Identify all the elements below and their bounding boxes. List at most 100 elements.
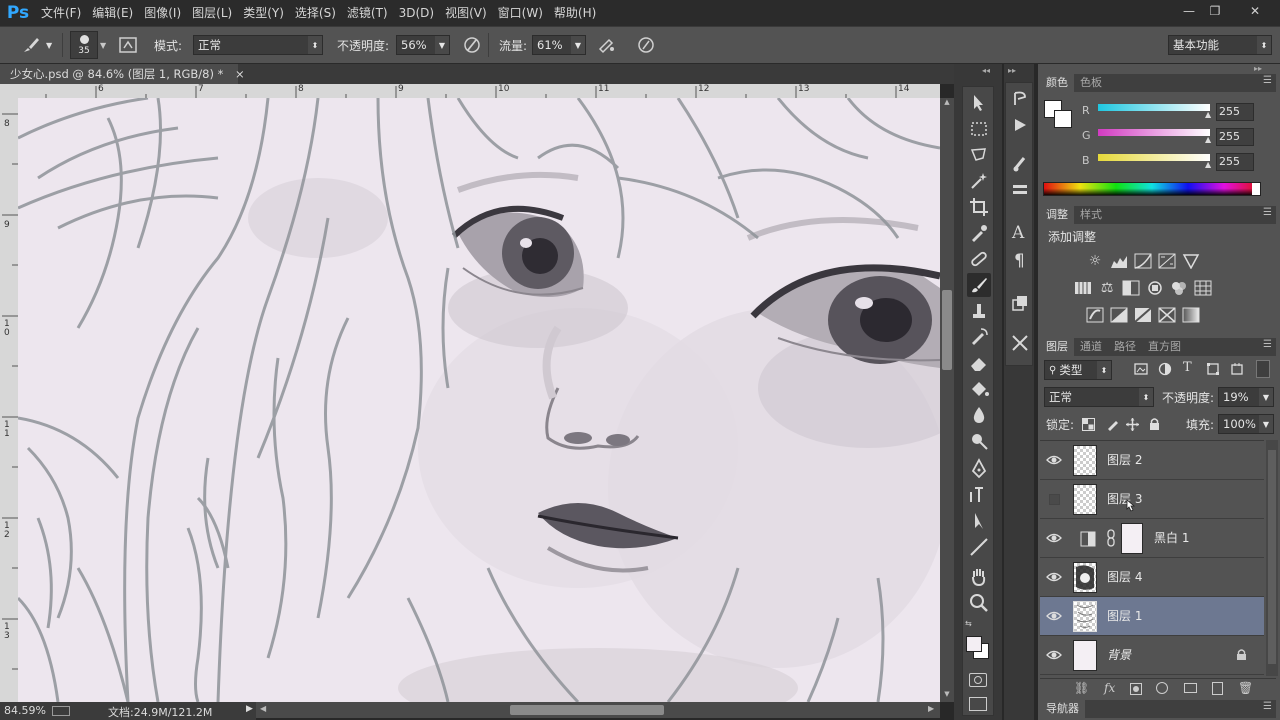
- tab-color[interactable]: 颜色: [1040, 74, 1074, 92]
- filter-toggle-switch[interactable]: [1256, 360, 1270, 378]
- green-slider[interactable]: [1098, 129, 1210, 136]
- red-slider[interactable]: [1098, 104, 1210, 111]
- document-tab[interactable]: 少女心.psd @ 84.6% (图层 1, RGB/8) * ×: [0, 64, 245, 84]
- hue-saturation-icon[interactable]: [1074, 280, 1092, 296]
- expand-icon[interactable]: ▸▸: [1008, 66, 1016, 75]
- curves-icon[interactable]: [1134, 253, 1152, 269]
- close-tab-icon[interactable]: ×: [235, 67, 245, 81]
- panel-menu-icon[interactable]: ☰: [1263, 75, 1272, 86]
- foreground-color-swatch[interactable]: [966, 636, 982, 652]
- layer-name[interactable]: 图层 1: [1107, 597, 1142, 636]
- path-selection-tool-icon[interactable]: [967, 509, 991, 533]
- collapse-icon[interactable]: ◂◂: [982, 66, 990, 75]
- scroll-up-icon[interactable]: ▲: [940, 98, 954, 108]
- red-value-field[interactable]: 255: [1216, 103, 1254, 121]
- photo-filter-icon[interactable]: [1146, 280, 1164, 296]
- lock-position-icon[interactable]: [1126, 418, 1139, 431]
- eyedropper-tool-icon[interactable]: [967, 221, 991, 245]
- slider-handle-icon[interactable]: ▲: [1205, 160, 1211, 169]
- scroll-down-icon[interactable]: ▼: [940, 690, 954, 700]
- panel-menu-icon[interactable]: ☰: [1263, 339, 1272, 350]
- tool-presets-icon[interactable]: [1010, 333, 1030, 353]
- marquee-tool-icon[interactable]: [967, 117, 991, 141]
- link-chain-icon[interactable]: [1106, 529, 1116, 547]
- lock-pixels-icon[interactable]: [1106, 418, 1119, 431]
- move-tool-icon[interactable]: [967, 91, 991, 115]
- posterize-icon[interactable]: [1110, 307, 1128, 323]
- blur-tool-icon[interactable]: [967, 403, 991, 427]
- line-tool-icon[interactable]: [967, 535, 991, 559]
- slider-handle-icon[interactable]: ▲: [1205, 135, 1211, 144]
- magic-wand-tool-icon[interactable]: [967, 169, 991, 193]
- visibility-eye-icon[interactable]: [1046, 647, 1062, 663]
- filter-pixel-icon[interactable]: [1134, 362, 1148, 376]
- layer-comps-icon[interactable]: [1010, 293, 1030, 313]
- brightness-contrast-icon[interactable]: ☼: [1086, 253, 1104, 269]
- navigator-panel-tab[interactable]: 导航器 ☰: [1040, 700, 1276, 718]
- history-brush-tool-icon[interactable]: [967, 325, 991, 349]
- tab-channels[interactable]: 通道: [1074, 338, 1108, 356]
- filter-type-icon[interactable]: T: [1183, 360, 1192, 375]
- history-panel-icon[interactable]: [1010, 89, 1030, 109]
- blue-value-field[interactable]: 255: [1216, 153, 1254, 171]
- exposure-icon[interactable]: [1158, 253, 1176, 269]
- layer-name[interactable]: 图层 4: [1107, 558, 1142, 597]
- airbrush-icon[interactable]: [597, 35, 617, 55]
- menu-3d[interactable]: 3D(D): [394, 0, 439, 26]
- blue-slider[interactable]: [1098, 154, 1210, 161]
- layer-row[interactable]: 黑白 1: [1040, 519, 1264, 558]
- vibrance-icon[interactable]: [1182, 253, 1200, 269]
- tab-histogram[interactable]: 直方图: [1142, 338, 1187, 356]
- chevron-down-icon[interactable]: ▼: [100, 41, 106, 50]
- panel-menu-icon[interactable]: ☰: [1263, 701, 1272, 712]
- layers-scroll-thumb[interactable]: [1268, 450, 1276, 664]
- menu-file[interactable]: 文件(F): [36, 0, 86, 26]
- tab-navigator[interactable]: 导航器: [1040, 700, 1085, 718]
- quick-mask-icon[interactable]: [969, 673, 987, 687]
- new-adjustment-layer-icon[interactable]: [1156, 682, 1168, 694]
- visibility-toggle-off[interactable]: [1046, 491, 1062, 507]
- close-window-button[interactable]: ✕: [1240, 2, 1270, 20]
- character-panel-icon[interactable]: A: [1012, 223, 1024, 243]
- clone-stamp-tool-icon[interactable]: [967, 299, 991, 323]
- menu-view[interactable]: 视图(V): [440, 0, 492, 26]
- layer-name[interactable]: 背景: [1107, 636, 1131, 675]
- filter-shape-icon[interactable]: [1206, 362, 1220, 376]
- pen-tool-icon[interactable]: [967, 457, 991, 481]
- dodge-tool-icon[interactable]: [967, 429, 991, 453]
- restore-button[interactable]: ❐: [1200, 2, 1230, 20]
- lock-transparent-icon[interactable]: [1082, 418, 1095, 431]
- filter-adjustment-icon[interactable]: [1158, 362, 1172, 376]
- menu-image[interactable]: 图像(I): [139, 0, 186, 26]
- clone-source-icon[interactable]: [1010, 179, 1030, 199]
- brush-tool-active[interactable]: [967, 273, 991, 297]
- panel-menu-icon[interactable]: ☰: [1263, 207, 1272, 218]
- swap-colors-icon[interactable]: ⇆: [965, 619, 993, 629]
- layer-row[interactable]: 图层 4: [1040, 558, 1264, 597]
- tab-styles[interactable]: 样式: [1074, 206, 1108, 224]
- new-layer-icon[interactable]: [1212, 682, 1223, 695]
- pressure-opacity-icon[interactable]: [462, 35, 482, 55]
- link-layers-icon[interactable]: ⛓: [1074, 681, 1089, 695]
- menu-select[interactable]: 选择(S): [290, 0, 341, 26]
- flow-field[interactable]: 61% ▼: [532, 35, 586, 55]
- color-spectrum-ramp[interactable]: [1043, 182, 1261, 196]
- menu-filter[interactable]: 滤镜(T): [342, 0, 393, 26]
- layer-filter-dropdown[interactable]: ⚲ 类型 ⬍: [1044, 360, 1112, 380]
- opacity-field[interactable]: 56% ▼: [396, 35, 450, 55]
- paragraph-panel-icon[interactable]: ¶: [1014, 251, 1025, 271]
- color-lookup-icon[interactable]: [1194, 280, 1212, 296]
- selective-color-icon[interactable]: [1158, 307, 1176, 323]
- layer-row[interactable]: 背景: [1040, 636, 1264, 675]
- gradient-map-icon[interactable]: [1182, 307, 1200, 323]
- green-value-field[interactable]: 255: [1216, 128, 1254, 146]
- visibility-eye-icon[interactable]: [1046, 608, 1062, 624]
- layer-name[interactable]: 图层 2: [1107, 441, 1142, 480]
- horizontal-scroll-thumb[interactable]: [510, 705, 664, 715]
- brush-size-picker[interactable]: 35: [70, 31, 98, 59]
- tab-paths[interactable]: 路径: [1108, 338, 1142, 356]
- paint-bucket-tool-icon[interactable]: [967, 377, 991, 401]
- eraser-tool-icon[interactable]: [967, 351, 991, 375]
- crop-tool-icon[interactable]: [967, 195, 991, 219]
- fill-field[interactable]: 100% ▼: [1218, 414, 1274, 434]
